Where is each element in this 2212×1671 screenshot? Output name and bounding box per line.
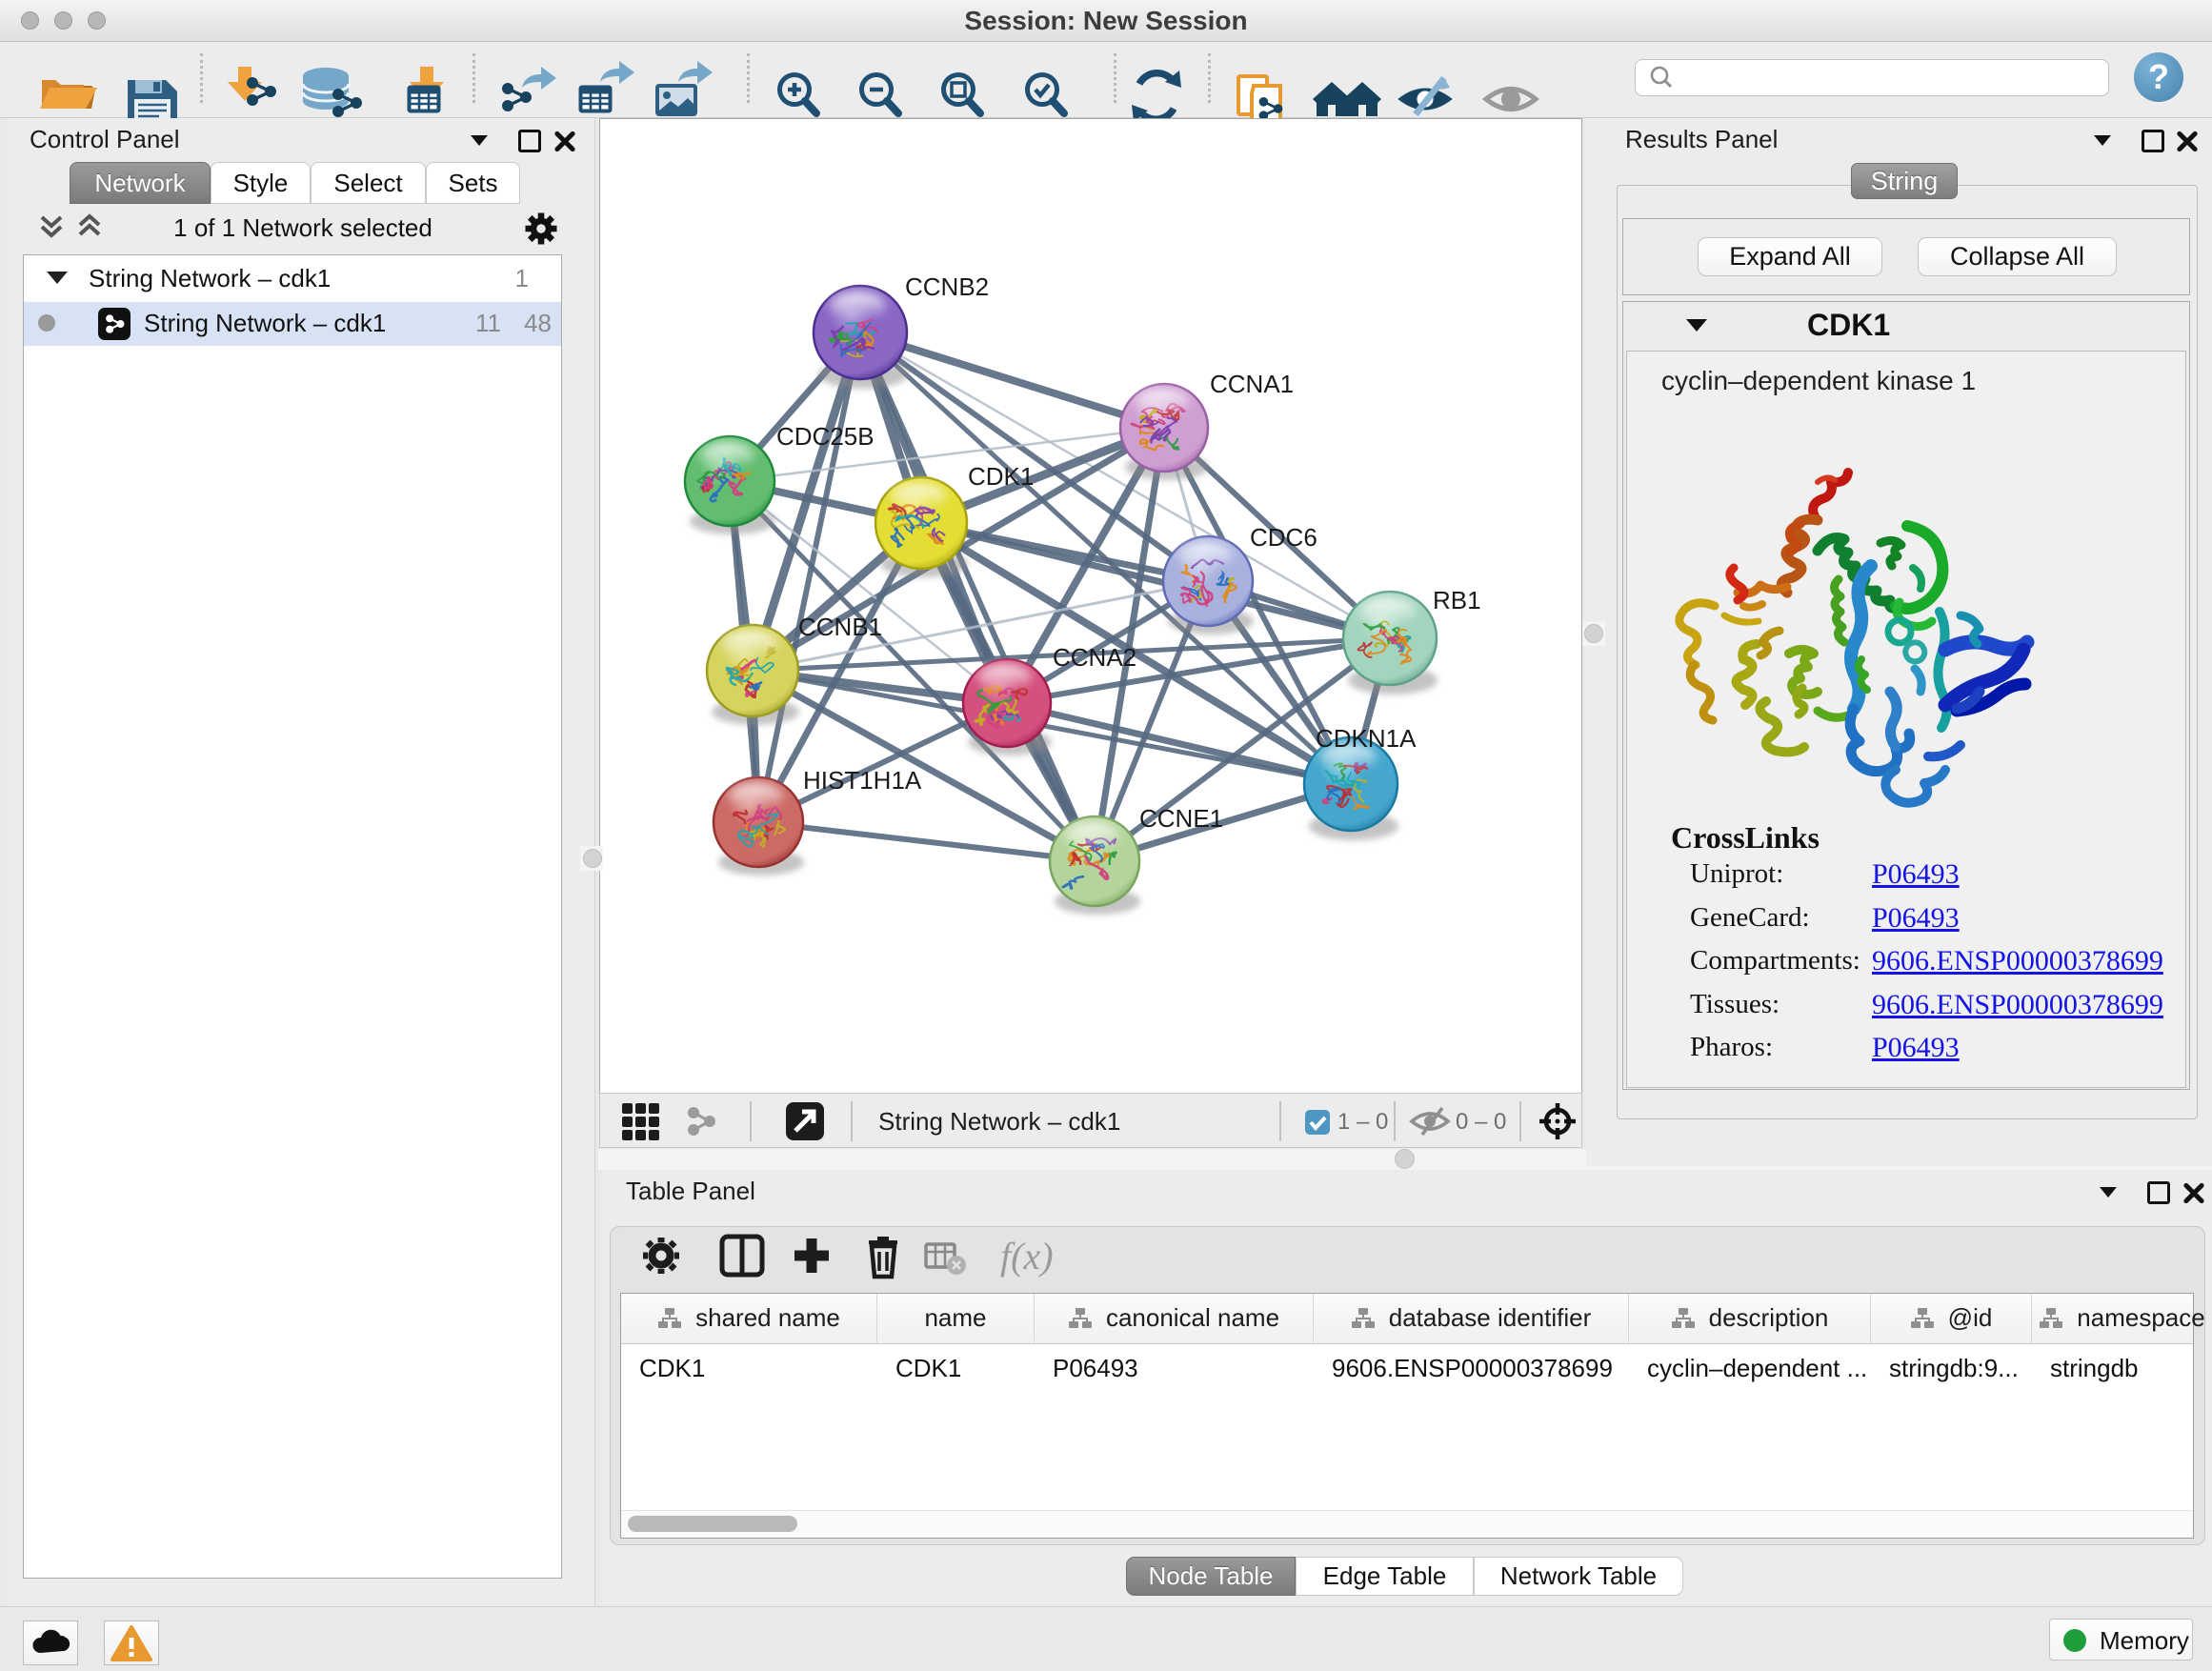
- svg-text:CCNE1: CCNE1: [1139, 804, 1223, 833]
- svg-text:HIST1H1A: HIST1H1A: [803, 766, 922, 795]
- svg-text:0 – 0: 0 – 0: [1456, 1109, 1506, 1135]
- svg-text:CDC6: CDC6: [1250, 523, 1317, 552]
- svg-text:CCNB1: CCNB1: [798, 613, 882, 641]
- svg-text:CDKN1A: CDKN1A: [1316, 724, 1417, 753]
- svg-text:CDC25B: CDC25B: [776, 422, 875, 451]
- svg-text:CCNA2: CCNA2: [1053, 643, 1136, 672]
- svg-text:CCNA1: CCNA1: [1210, 370, 1294, 398]
- svg-text:1 – 0: 1 – 0: [1337, 1109, 1388, 1135]
- svg-text:CDK1: CDK1: [968, 462, 1034, 491]
- svg-text:RB1: RB1: [1433, 586, 1481, 614]
- svg-text:CCNB2: CCNB2: [905, 272, 989, 301]
- svg-text:String Network – cdk1: String Network – cdk1: [878, 1107, 1120, 1136]
- svg-text:f(x): f(x): [1000, 1235, 1054, 1278]
